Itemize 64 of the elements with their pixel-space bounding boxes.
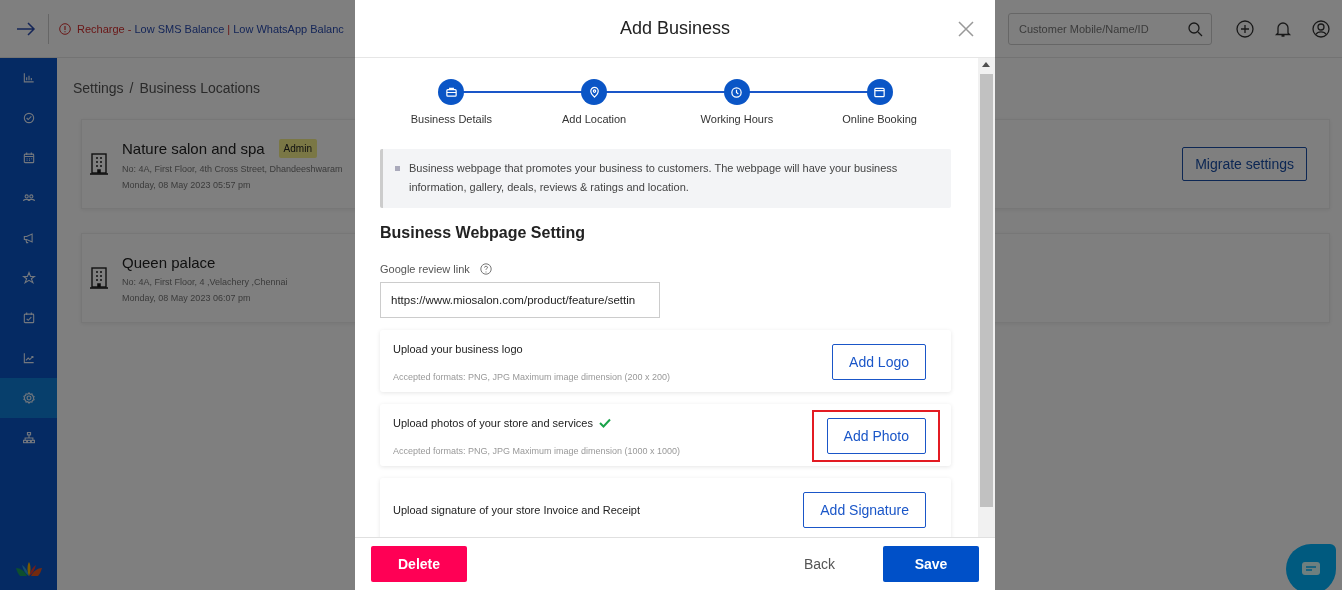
back-button[interactable]: Back <box>797 555 841 573</box>
upload-hint: Accepted formats: PNG, JPG Maximum image dimension (1000 x 1000) <box>393 445 682 456</box>
chat-icon[interactable] <box>1301 561 1321 577</box>
review-link-field[interactable]: https://www.miosalon.com/product/feature/settin <box>380 282 660 318</box>
breadcrumb-separator: / <box>129 80 134 96</box>
scrollbar[interactable] <box>978 58 995 537</box>
building-icon <box>90 153 108 175</box>
migrate-settings-button[interactable]: Migrate settings <box>1182 147 1307 181</box>
balance-link[interactable]: Low WhatsApp Balanc <box>233 22 344 35</box>
step-circle[interactable] <box>866 79 893 105</box>
browser-window-icon <box>873 85 887 99</box>
arrow-right-icon[interactable] <box>16 21 36 36</box>
upload-title: Upload your business logo <box>393 342 523 355</box>
step-circle[interactable] <box>723 79 750 105</box>
help-icon[interactable] <box>479 263 492 275</box>
upload-hint: Accepted formats: PNG, JPG Maximum image dimension (200 x 200) <box>393 371 672 382</box>
balance-link[interactable]: Low SMS Balance <box>134 22 225 35</box>
clock-icon <box>730 85 744 99</box>
info-icon <box>59 22 71 35</box>
star-icon[interactable] <box>21 271 36 285</box>
search-field[interactable]: Customer Mobile/Name/ID <box>1008 12 1212 45</box>
upload-button[interactable]: Add Photo <box>826 418 926 454</box>
hierarchy-icon[interactable] <box>21 431 36 445</box>
building-icon <box>90 267 108 289</box>
upload-title: Upload photos of your store and services <box>393 416 593 429</box>
user-icon[interactable] <box>1311 18 1331 39</box>
separator-text: | <box>227 22 231 35</box>
upload-button[interactable]: Add Signature <box>803 492 926 528</box>
breadcrumb-current: Business Locations <box>139 80 261 96</box>
sidebar-item[interactable] <box>0 378 57 418</box>
save-button[interactable]: Save <box>883 546 979 582</box>
close-icon[interactable] <box>958 21 974 37</box>
calendar-check-icon[interactable] <box>21 311 36 325</box>
info-text: Business webpage that promotes your business to customers. The webpage will have your business information, gallery, deals, reviews & ratings and location. <box>409 162 898 193</box>
dialog-title: Add Business <box>619 18 731 39</box>
step-label: Online Booking <box>842 113 917 125</box>
location-name: Queen palace <box>122 253 216 271</box>
step-circle[interactable] <box>581 79 608 105</box>
upload-button[interactable]: Add Logo <box>832 344 926 380</box>
chat-button[interactable] <box>1286 544 1336 590</box>
megaphone-icon[interactable] <box>21 231 36 245</box>
search-icon[interactable] <box>1187 20 1203 37</box>
step-label: Add Location <box>562 113 627 125</box>
flower-logo <box>15 562 42 576</box>
calendar-icon[interactable] <box>21 151 36 165</box>
step-circle[interactable] <box>438 79 465 105</box>
add-icon[interactable] <box>1235 18 1255 39</box>
check-circle-icon[interactable] <box>21 111 36 125</box>
section-heading: Business Webpage Setting <box>380 224 587 242</box>
line-chart-icon[interactable] <box>21 351 36 365</box>
settings-icon[interactable] <box>21 391 36 405</box>
delete-button[interactable]: Delete <box>371 546 467 582</box>
step-label: Working Hours <box>700 113 774 125</box>
field-label: Google review link <box>380 263 470 275</box>
breadcrumb-link[interactable]: Settings <box>73 80 124 96</box>
role-badge: Admin <box>278 138 317 158</box>
step-label: Business Details <box>410 113 493 125</box>
upload-title: Upload signature of your store Invoice and Receipt <box>393 504 641 516</box>
bullet-marker <box>395 166 400 171</box>
recharge-label: Recharge - <box>77 22 132 35</box>
location-name: Nature salon and spa <box>122 139 265 157</box>
location-pin-icon <box>587 85 601 99</box>
bar-chart-icon[interactable] <box>21 71 36 85</box>
briefcase-icon <box>444 85 458 99</box>
